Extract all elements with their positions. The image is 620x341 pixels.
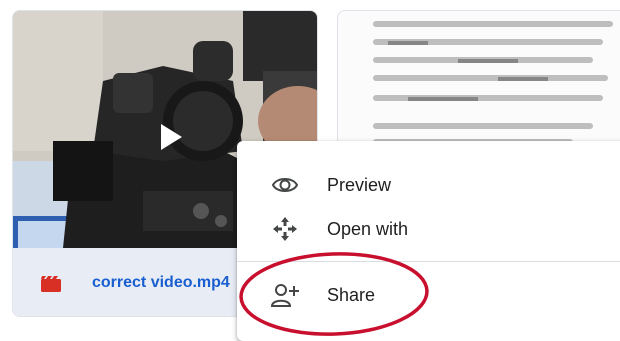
context-menu: Preview Open with Share bbox=[237, 141, 620, 341]
menu-item-label: Share bbox=[327, 285, 376, 305]
menu-item-label: Preview bbox=[327, 175, 392, 195]
menu-divider bbox=[237, 261, 620, 262]
play-icon[interactable] bbox=[159, 123, 183, 151]
menu-item-open-with[interactable]: Open with bbox=[237, 207, 620, 251]
move-arrows-icon bbox=[273, 217, 297, 241]
eye-icon bbox=[271, 178, 299, 192]
video-file-icon bbox=[41, 276, 61, 292]
menu-item-share[interactable]: Share bbox=[237, 273, 620, 317]
person-add-icon bbox=[271, 284, 299, 307]
menu-item-label: Open with bbox=[327, 219, 409, 239]
file-name[interactable]: correct video.mp4 bbox=[92, 274, 230, 292]
menu-item-preview[interactable]: Preview bbox=[237, 163, 620, 207]
